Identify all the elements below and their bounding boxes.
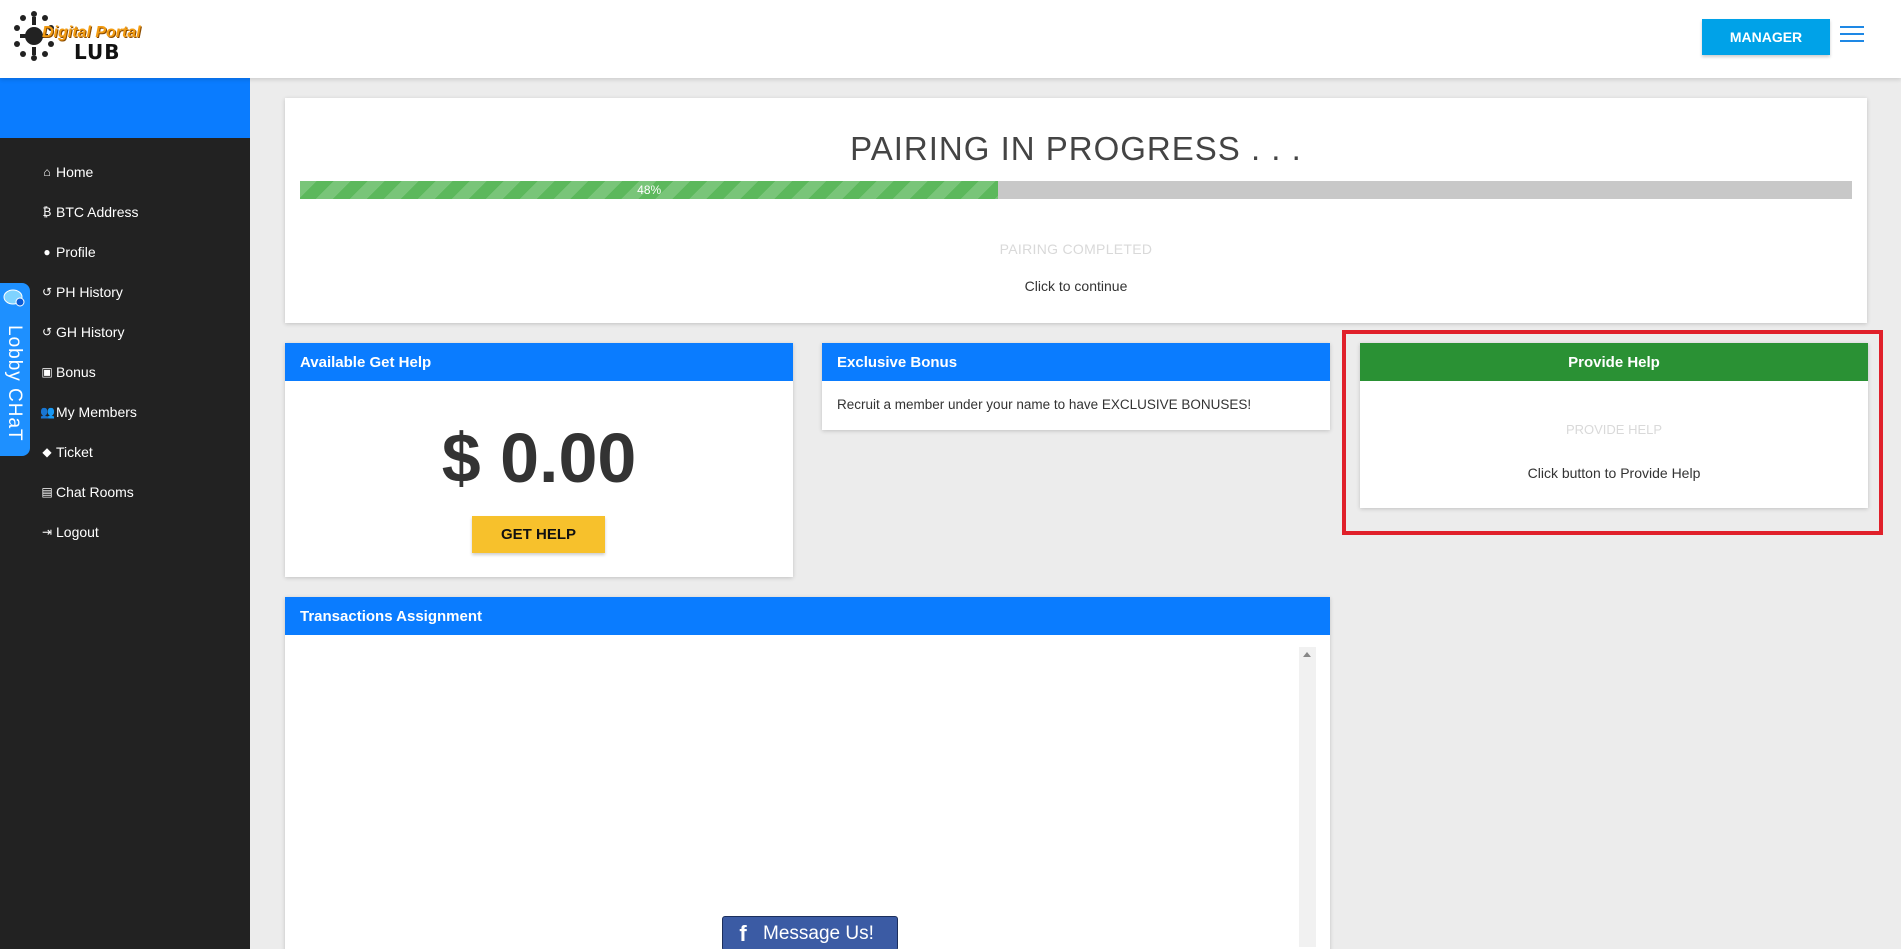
sidebar-item-chat-rooms[interactable]: ▤ Chat Rooms xyxy=(0,472,250,512)
history-icon: ↺ xyxy=(41,285,53,299)
sidebar-item-gh-history[interactable]: ↺ GH History xyxy=(0,312,250,352)
sidebar-banner xyxy=(0,78,250,138)
messenger-label: Message Us! xyxy=(763,922,874,944)
sidebar-item-label: PH History xyxy=(56,284,123,300)
sidebar-item-label: Logout xyxy=(56,524,99,540)
sidebar-item-profile[interactable]: ● Profile xyxy=(0,232,250,272)
sidebar-item-my-members[interactable]: 👥 My Members xyxy=(0,392,250,432)
sidebar-item-ph-history[interactable]: ↺ PH History xyxy=(0,272,250,312)
sidebar-item-label: GH History xyxy=(56,324,125,340)
inbox-icon: ▤ xyxy=(41,485,53,499)
scroll-up-icon[interactable] xyxy=(1303,652,1311,657)
brand-logo[interactable]: Digital Portal LUB xyxy=(12,6,147,68)
card-title: Available Get Help xyxy=(285,343,793,381)
menu-icon[interactable] xyxy=(1840,26,1864,46)
lobby-chat-label: Lobby CHaT xyxy=(4,325,25,442)
home-icon: ⌂ xyxy=(43,165,51,179)
pairing-title: PAIRING IN PROGRESS . . . xyxy=(850,130,1302,167)
messenger-button[interactable]: f Message Us! xyxy=(722,916,898,949)
sidebar-item-bonus[interactable]: ▣ Bonus xyxy=(0,352,250,392)
sidebar-item-label: Ticket xyxy=(56,444,93,460)
brand-subname: LUB xyxy=(74,40,121,64)
sidebar-item-label: Profile xyxy=(56,244,96,260)
pairing-progress-bar: 48% xyxy=(300,181,1852,199)
chat-bubble-icon xyxy=(3,289,25,307)
bitcoin-icon: ₿ xyxy=(42,205,52,219)
sidebar: ⌂ Home ₿ BTC Address ● Profile ↺ PH History … xyxy=(0,78,250,949)
logout-icon: ⇥ xyxy=(41,525,53,539)
top-header: Digital Portal LUB MANAGER xyxy=(0,0,1901,78)
pairing-continue-text: Click to continue xyxy=(1024,278,1128,294)
progress-fill: 48% xyxy=(300,181,999,199)
sidebar-nav: ⌂ Home ₿ BTC Address ● Profile ↺ PH History … xyxy=(0,152,250,552)
scrollbar[interactable] xyxy=(1299,647,1316,947)
highlight-box xyxy=(1342,330,1883,535)
sidebar-item-label: My Members xyxy=(56,404,137,420)
sidebar-item-label: Bonus xyxy=(56,364,96,380)
history-icon: ↺ xyxy=(41,325,53,339)
transactions-card: Transactions Assignment xyxy=(285,597,1330,949)
sidebar-item-home[interactable]: ⌂ Home xyxy=(0,152,250,192)
available-get-help-card: Available Get Help $ 0.00 GET HELP xyxy=(285,343,793,577)
card-title: Exclusive Bonus xyxy=(822,343,1330,381)
get-help-button[interactable]: GET HELP xyxy=(472,516,605,553)
sidebar-item-ticket[interactable]: ◆ Ticket xyxy=(0,432,250,472)
money-icon: ▣ xyxy=(41,365,53,379)
available-amount: $ 0.00 xyxy=(441,419,637,497)
lobby-chat-tab[interactable]: Lobby CHaT xyxy=(0,283,30,456)
sidebar-item-label: Home xyxy=(56,164,94,180)
users-icon: 👥 xyxy=(40,405,55,419)
card-title: Transactions Assignment xyxy=(285,597,1330,635)
facebook-icon: f xyxy=(739,920,747,946)
user-icon: ● xyxy=(43,245,51,259)
pairing-card: PAIRING IN PROGRESS . . . 48% PAIRING CO… xyxy=(285,98,1867,323)
exclusive-bonus-card: Exclusive Bonus Recruit a member under y… xyxy=(822,343,1330,430)
ticket-icon: ◆ xyxy=(42,445,52,459)
sidebar-item-label: BTC Address xyxy=(56,204,139,220)
sidebar-item-label: Chat Rooms xyxy=(56,484,134,500)
bonus-text: Recruit a member under your name to have… xyxy=(837,397,1252,412)
sidebar-item-logout[interactable]: ⇥ Logout xyxy=(0,512,250,552)
sidebar-item-btc-address[interactable]: ₿ BTC Address xyxy=(0,192,250,232)
pairing-completed-button[interactable]: PAIRING COMPLETED xyxy=(285,241,1867,257)
manager-button[interactable]: MANAGER xyxy=(1702,19,1830,55)
